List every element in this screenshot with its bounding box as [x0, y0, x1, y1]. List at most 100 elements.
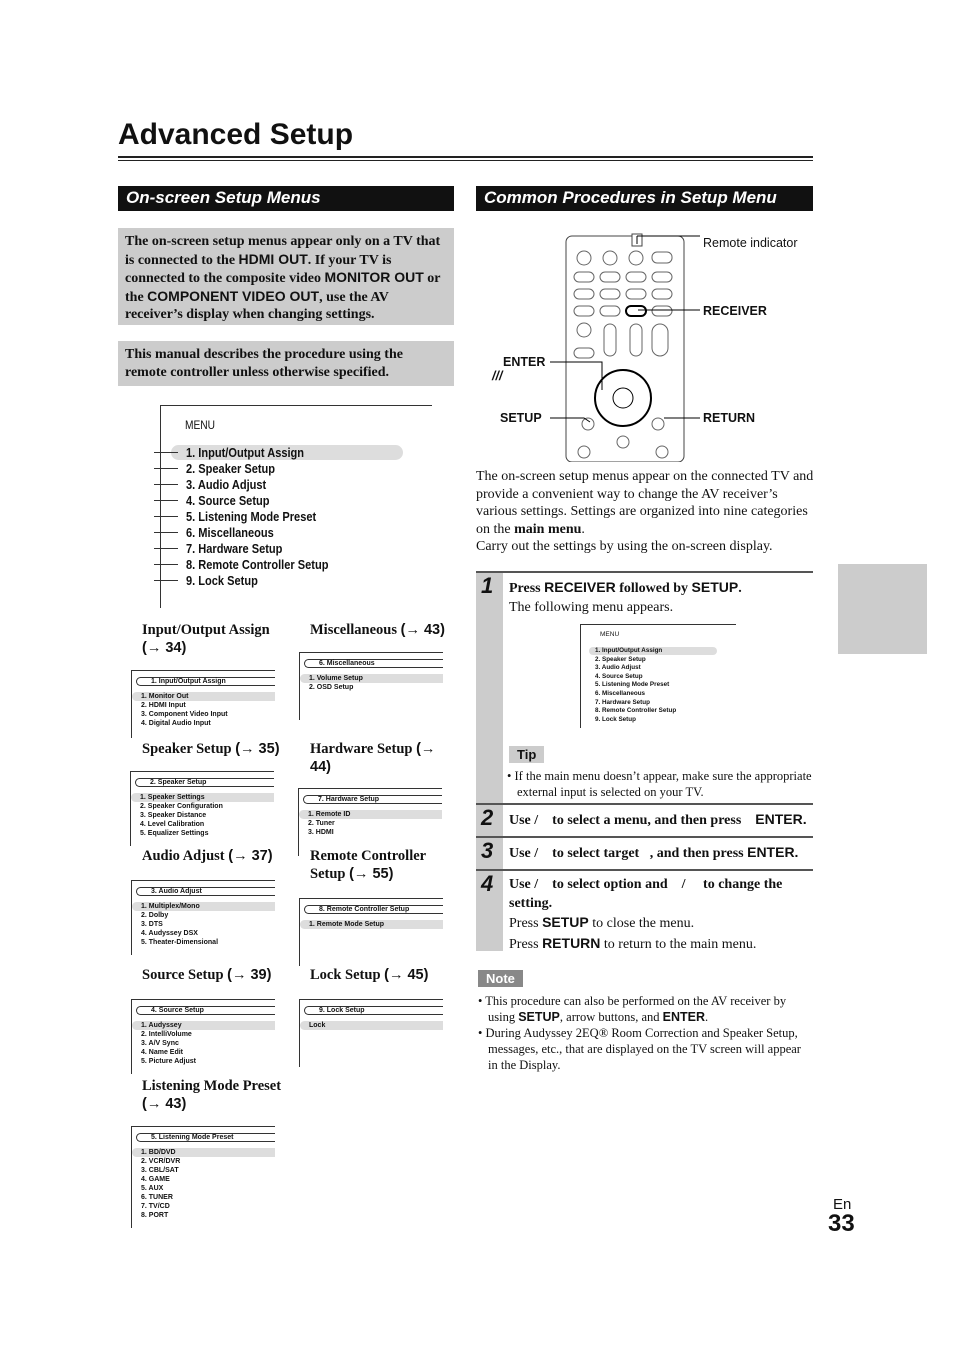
note-bullet: • During Audyssey 2EQ® Room Correction a… — [478, 1026, 801, 1072]
info-box-hdmi: The on-screen setup menus appear only on… — [118, 228, 454, 325]
menu-item: 9. Lock Setup — [186, 573, 258, 588]
submenu-item: 4. Digital Audio Input — [141, 720, 211, 727]
submenu-caption: Source Setup (→ 39) — [142, 967, 272, 983]
submenu-header: 2. Speaker Setup — [135, 778, 274, 787]
submenu-item: 4. Audyssey DSX — [141, 930, 198, 937]
section-tab — [838, 564, 927, 654]
submenu-item: 7. TV/CD — [141, 1203, 170, 1210]
submenu-caption: Hardware Setup (→ 44) — [310, 741, 436, 775]
submenu-item: Lock — [300, 1021, 443, 1030]
menu-item: 3. Audio Adjust — [595, 664, 641, 672]
submenu-item: 2. VCR/DVR — [141, 1158, 181, 1165]
menu-item: 2. Speaker Setup — [595, 655, 646, 663]
submenu-item: 3. HDMI — [308, 829, 334, 836]
submenu-caption: Miscellaneous (→ 43) — [310, 622, 445, 638]
label-remote-indicator: Remote indicator — [703, 236, 798, 250]
tip-text: • If the main menu doesn’t appear, make … — [507, 769, 812, 799]
menu-item: 8. Remote Controller Setup — [595, 707, 677, 715]
title-rule — [118, 156, 813, 161]
menu-item: 2. Speaker Setup — [186, 461, 276, 476]
submenu-item: 4. GAME — [141, 1176, 170, 1183]
menu-item: 4. Source Setup — [595, 672, 643, 680]
submenu-item: 4. Name Edit — [141, 1049, 184, 1056]
submenu-item: 5. AUX — [141, 1185, 164, 1192]
submenu-screen: 6. Miscellaneous 1. Volume Setup 2. OSD Se… — [299, 652, 443, 720]
menu-title: MENU — [185, 418, 216, 432]
page-number: 33 — [828, 1210, 855, 1237]
submenu-item: 3. DTS — [141, 921, 163, 928]
submenu-item: 1. BD/DVD — [132, 1148, 275, 1157]
submenu-item: 2. Tuner — [308, 820, 335, 827]
menu-item: 6. Miscellaneous — [595, 690, 646, 697]
submenu-item: 3. CBL/SAT — [141, 1167, 179, 1174]
menu-item: 7. Hardware Setup — [595, 698, 650, 706]
submenu-item: 2. IntelliVolume — [141, 1031, 192, 1038]
submenu-item: 3. Speaker Distance — [140, 812, 207, 819]
submenu-item: 1. Audyssey — [132, 1021, 275, 1030]
main-menu-diagram: MENU 1. Input/Output Assign 2. Speaker Se… — [154, 405, 432, 608]
submenu-item: 3. Component Video Input — [141, 711, 228, 718]
step-3: 3 Use / to select target , and then pres… — [476, 836, 813, 869]
submenu-caption: Speaker Setup (→ 35) — [142, 741, 280, 757]
submenu-header: 8. Remote Controller Setup — [304, 905, 443, 914]
menu-item: 1. Input/Output Assign — [186, 445, 305, 460]
menu-connector — [154, 468, 178, 469]
intro-paragraph: The on-screen setup menus appear on the … — [476, 469, 814, 554]
submenu-header: 3. Audio Adjust — [136, 887, 275, 896]
submenu-header: 4. Source Setup — [136, 1006, 275, 1015]
submenu-header: 6. Miscellaneous — [304, 659, 443, 668]
label-return: RETURN — [703, 411, 756, 425]
submenu-item: 1. Remote ID — [299, 810, 442, 819]
submenu-screen: 5. Listening Mode Preset 1. BD/DVD 2. VCR/… — [131, 1126, 275, 1228]
submenu-item: 1. Multiplex/Mono — [132, 902, 275, 911]
submenu-item: 1. Volume Setup — [300, 674, 443, 683]
submenu-caption: Audio Adjust (→ 37) — [142, 848, 273, 864]
menu-item: 5. Listening Mode Preset — [595, 681, 670, 689]
remote-callout-lines — [550, 235, 700, 423]
step-4: 4 Use / to select option and / to change… — [476, 869, 813, 952]
submenu-item: 5. Equalizer Settings — [140, 830, 209, 837]
submenu-caption: Listening Mode Preset (→ 43) — [142, 1078, 282, 1112]
note-label: Note — [478, 970, 523, 987]
note: Note • This procedure can also be perfor… — [478, 970, 813, 1073]
step-2: 2 Use / to select a menu, and then press… — [476, 803, 813, 836]
label-receiver: RECEIVER — [703, 304, 767, 318]
submenu-item: 2. Dolby — [141, 912, 169, 919]
submenu-item: 3. A/V Sync — [141, 1040, 179, 1047]
submenu-item: 2. HDMI Input — [141, 702, 186, 709]
menu-connector — [154, 548, 178, 549]
label-enter: ENTER — [503, 355, 546, 369]
info-box-remote: This manual describes the procedure usin… — [118, 341, 454, 386]
note-bullet: • This procedure can also be performed o… — [478, 994, 787, 1024]
menu-item: 1. Input/Output Assign — [595, 647, 663, 654]
menu-title: MENU — [600, 631, 620, 638]
step-1: 1 Press RECEIVER followed by SETUP. The f… — [476, 571, 813, 803]
menu-item: 8. Remote Controller Setup — [186, 557, 329, 572]
menu-item: 7. Hardware Setup — [186, 541, 283, 556]
label-setup: SETUP — [500, 411, 542, 425]
submenu-item: 5. Picture Adjust — [141, 1058, 196, 1065]
tip: Tip • If the main menu doesn’t appear, m… — [507, 746, 814, 800]
section-heading-common: Common Procedures in Setup Menu — [476, 186, 813, 211]
page-title: Advanced Setup — [118, 118, 354, 151]
submenu-screen: 3. Audio Adjust 1. Multiplex/Mono 2. Dolby… — [131, 880, 275, 955]
submenu-screen: 9. Lock Setup Lock — [299, 999, 443, 1067]
submenu-item: 1. Speaker Settings — [131, 793, 274, 802]
submenu-screen: 8. Remote Controller Setup 1. Remote Mode… — [299, 898, 443, 966]
menu-connector — [154, 452, 178, 453]
submenu-item: 1. Remote Mode Setup — [300, 920, 443, 929]
submenu-caption: Input/Output Assign (→ 34) — [142, 622, 270, 656]
submenu-item: 1. Monitor Out — [132, 692, 275, 701]
section-heading-onscreen: On-screen Setup Menus — [118, 186, 454, 211]
menu-item: 6. Miscellaneous — [186, 525, 274, 540]
submenu-item: 4. Level Calibration — [140, 821, 205, 828]
menu-connector — [154, 516, 178, 517]
submenu-caption: Lock Setup (→ 45) — [310, 967, 429, 983]
submenu-item: 5. Theater-Dimensional — [141, 939, 219, 946]
submenu-item: 8. PORT — [141, 1212, 169, 1219]
menu-connector — [154, 532, 178, 533]
menu-item: 3. Audio Adjust — [186, 477, 267, 492]
submenu-item: 6. TUNER — [141, 1194, 173, 1201]
submenu-item: 2. OSD Setup — [309, 684, 354, 691]
submenu-header: 7. Hardware Setup — [303, 795, 442, 804]
